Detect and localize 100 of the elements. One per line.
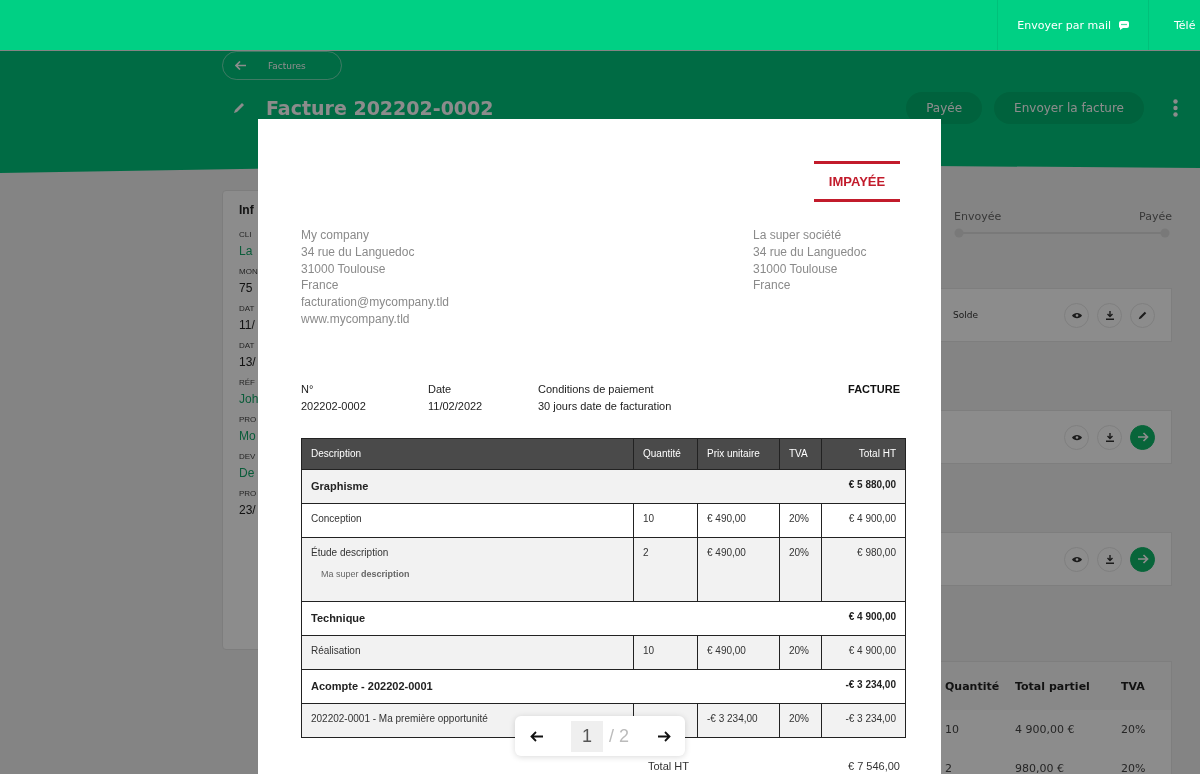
client-address-line: 31000 Toulouse — [753, 260, 839, 278]
item-description: Étude description — [311, 546, 390, 558]
table-cell: € 490,00 — [697, 503, 780, 538]
seller-address-line: www.mycompany.tld — [301, 311, 411, 328]
page-title: Facture 202202-0002 — [266, 97, 494, 119]
field-label: CLI — [239, 230, 252, 239]
timeline-step: Envoyée — [954, 210, 1002, 223]
document-label: Solde — [953, 310, 978, 320]
status-stamp: IMPAYÉE — [814, 161, 900, 202]
field-label: PRO — [239, 489, 257, 498]
download-icon — [1105, 310, 1114, 320]
view-button[interactable] — [1064, 546, 1089, 572]
field-link[interactable]: De — [239, 466, 255, 480]
column-header: TVA — [1121, 679, 1146, 693]
table-cell-text: 2 — [945, 762, 953, 774]
total-label: Total HT — [648, 759, 689, 772]
header-button[interactable]: Payée — [906, 92, 983, 124]
field-value: 23/ — [239, 503, 256, 517]
item-note: Ma super description — [321, 568, 411, 581]
seller-address-line: 34 rue du Languedoc — [301, 243, 416, 261]
eye-icon — [1071, 433, 1082, 441]
client-address-line: France — [753, 277, 792, 295]
meta-value: 202202-0002 — [301, 398, 367, 414]
column-header: Prix unitaire — [697, 438, 780, 470]
field-link[interactable]: Joh — [239, 392, 259, 406]
table-cell: € 490,00 — [697, 635, 780, 670]
table-cell: -€ 3 234,00 — [821, 703, 906, 738]
chat-icon — [1119, 20, 1129, 30]
group-total: € 5 880,00 — [848, 478, 896, 490]
arrow-left-icon — [529, 730, 543, 742]
seller-address-line: My company — [301, 227, 371, 244]
table-cell-text: 20% — [1121, 723, 1147, 736]
document-type: FACTURE — [848, 381, 900, 397]
download-icon — [1105, 554, 1114, 564]
page-number[interactable]: 1 — [571, 720, 603, 752]
table-cell-text: 20% — [1121, 762, 1147, 774]
download-icon — [1105, 432, 1114, 442]
table-cell: 20% — [779, 635, 822, 670]
field-label: DAT — [239, 304, 255, 313]
eye-icon — [1071, 311, 1082, 319]
item-description: 202202-0001 - Ma première opportunité — [311, 712, 489, 724]
field-value: 11/ — [239, 318, 255, 332]
total-value: € 7 546,00 — [848, 759, 900, 772]
meta-value: 11/02/2022 — [428, 398, 484, 414]
group-name: Acompte - 202202-0001 — [311, 680, 433, 693]
column-header: TVA — [779, 438, 822, 470]
seller-address-line: 31000 Toulouse — [301, 260, 387, 278]
column-header: Total HT — [821, 438, 906, 470]
table-cell-text: 980,00 € — [1015, 762, 1065, 774]
column-header: Quantité — [633, 438, 698, 470]
table-cell: -€ 3 234,00 — [697, 703, 780, 738]
field-label: DEV — [239, 452, 256, 461]
view-button[interactable] — [1064, 424, 1089, 450]
group-name: Graphisme — [311, 480, 369, 493]
meta-label: Conditions de paiement — [538, 381, 655, 397]
table-cell: 20% — [779, 537, 822, 602]
pencil-icon — [1138, 310, 1147, 320]
download-button[interactable] — [1097, 546, 1122, 572]
header-button[interactable]: Envoyer la facture — [994, 92, 1144, 124]
arrow-right-icon — [657, 730, 671, 742]
view-button[interactable] — [1064, 302, 1089, 328]
column-header: Description — [301, 438, 634, 470]
field-value: 75 — [239, 281, 253, 295]
item-description: Conception — [311, 512, 363, 524]
client-address-line: 34 rue du Languedoc — [753, 243, 868, 261]
table-cell: 10 — [633, 503, 698, 538]
meta-value: 30 jours date de facturation — [538, 398, 672, 414]
page-count: / 2 — [609, 725, 630, 747]
column-header: Quantité — [945, 679, 1001, 693]
send-mail-button[interactable]: Envoyer par mail — [997, 0, 1148, 50]
table-cell: € 490,00 — [697, 537, 780, 602]
download-button[interactable]: Télé — [1148, 0, 1200, 50]
field-link[interactable]: La — [239, 244, 253, 258]
group-total: -€ 3 234,00 — [845, 678, 896, 690]
meta-label: Date — [428, 381, 453, 397]
meta-label: N° — [301, 381, 315, 397]
arrow-right-icon — [1136, 432, 1149, 442]
field-label: RÉF — [239, 378, 255, 387]
group-name: Technique — [311, 612, 366, 625]
edit-button[interactable] — [1130, 302, 1155, 328]
field-label: MON — [239, 267, 258, 276]
download-button[interactable] — [1097, 302, 1122, 328]
table-cell: € 4 900,00 — [821, 503, 906, 538]
table-cell: 10 — [633, 635, 698, 670]
table-cell: 20% — [779, 703, 822, 738]
table-cell-text: 10 — [945, 723, 960, 736]
field-value: 13/ — [239, 355, 256, 369]
table-cell: 20% — [779, 503, 822, 538]
eye-icon — [1071, 555, 1082, 563]
table-cell-text: 4 900,00 € — [1015, 723, 1076, 736]
field-link[interactable]: Mo — [239, 429, 256, 443]
field-label: PRO — [239, 415, 257, 424]
group-total: € 4 900,00 — [848, 610, 896, 622]
seller-address-line: facturation@mycompany.tld — [301, 294, 450, 311]
card-title: Inf — [239, 203, 254, 217]
timeline-step: Payée — [1139, 210, 1172, 223]
arrow-left-icon — [235, 61, 246, 70]
arrow-right-icon — [1136, 554, 1149, 564]
download-button[interactable] — [1097, 424, 1122, 450]
column-header: Total partiel — [1015, 679, 1091, 693]
